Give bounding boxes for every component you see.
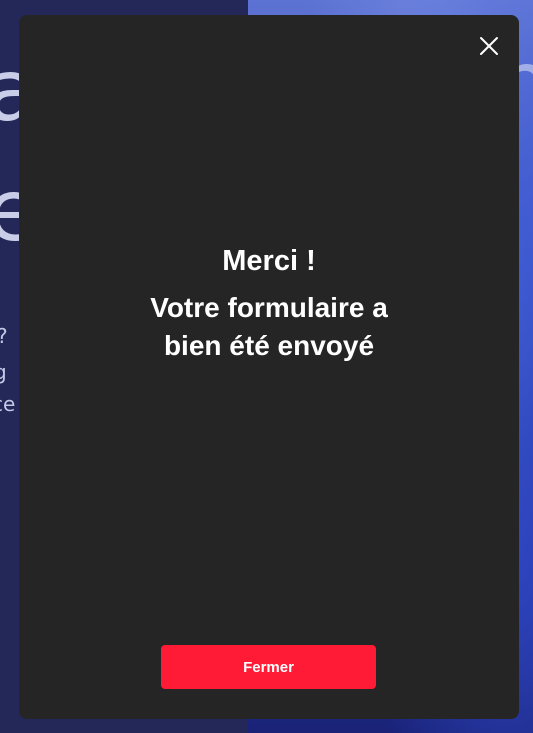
background-text-fragment: ? xyxy=(0,326,8,346)
close-icon xyxy=(480,37,498,55)
confirmation-modal: Merci ! Votre formulaire a bien été envo… xyxy=(19,15,519,719)
modal-message: Votre formulaire a bien été envoyé xyxy=(150,292,388,361)
page: a e ? g ce n Merci ! Votre formulaire a … xyxy=(0,0,533,733)
close-button[interactable] xyxy=(479,36,499,56)
confirmation-message: Merci ! Votre formulaire a bien été envo… xyxy=(19,243,519,365)
background-text-fragment: g xyxy=(0,360,7,384)
modal-title: Merci ! xyxy=(222,245,316,277)
fermer-button[interactable]: Fermer xyxy=(161,645,376,689)
background-text-fragment: ce xyxy=(0,392,16,416)
